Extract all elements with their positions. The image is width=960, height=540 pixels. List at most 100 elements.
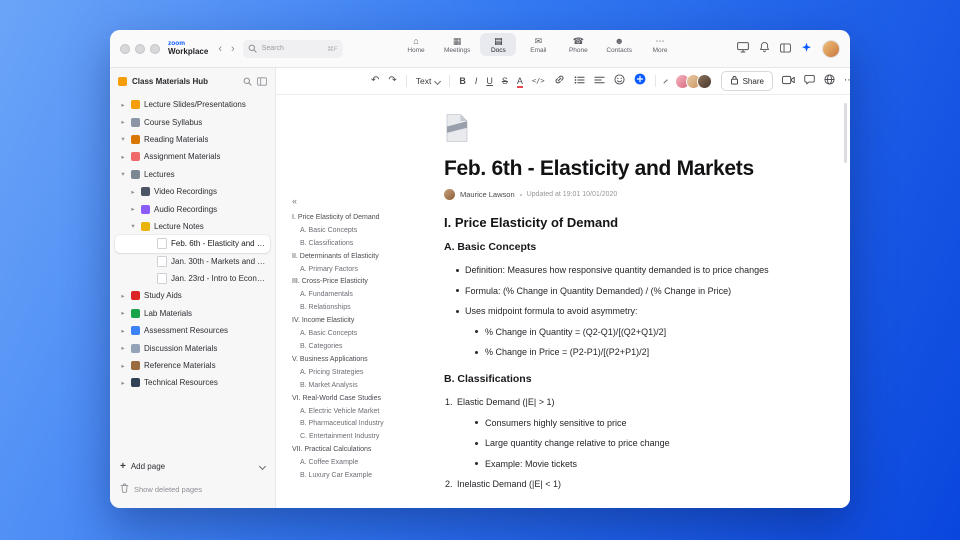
sidebar-item-page-jan-30[interactable]: Jan. 30th - Markets and P... (115, 253, 270, 270)
notifications-bell-icon[interactable] (759, 40, 770, 58)
link-button[interactable] (554, 72, 565, 90)
outline-item[interactable]: B. Categories (292, 341, 418, 354)
outline-item[interactable]: A. Electric Vehicle Market (292, 406, 418, 419)
panel-toggle-icon[interactable] (780, 40, 791, 58)
collapse-toolbar-icon[interactable] (662, 78, 668, 84)
devices-icon[interactable] (737, 40, 749, 58)
sidebar-search-icon[interactable] (243, 77, 252, 86)
text-style-dropdown[interactable]: Text (416, 76, 442, 86)
outline-item[interactable]: V. Business Applications (292, 354, 418, 367)
search-input[interactable] (259, 44, 310, 53)
align-button[interactable] (593, 72, 605, 90)
sidebar-item-lecture-notes[interactable]: ▾ Lecture Notes (115, 218, 270, 235)
insert-block-button[interactable] (634, 72, 646, 90)
chevron-right-icon[interactable]: ▸ (119, 292, 127, 300)
sidebar-item-technical-resources[interactable]: ▸ Technical Resources (115, 374, 270, 391)
outline-item[interactable]: I. Price Elasticity of Demand (292, 212, 418, 225)
outline-item[interactable]: A. Basic Concepts (292, 328, 418, 341)
sidebar-item-reference-materials[interactable]: ▸ Reference Materials (115, 357, 270, 374)
tab-docs[interactable]: ▤ Docs (480, 33, 517, 56)
emoji-button[interactable] (614, 72, 625, 90)
doc-body[interactable]: I. Price Elasticity of Demand A. Basic C… (444, 216, 786, 490)
doc-content[interactable]: Feb. 6th - Elasticity and Markets Mauric… (444, 95, 786, 490)
show-deleted-pages-button[interactable]: Show deleted pages (120, 480, 265, 498)
tab-contacts[interactable]: ☻ Contacts (600, 33, 638, 56)
chevron-right-icon[interactable]: ▸ (119, 327, 127, 335)
close-window-button[interactable] (120, 43, 130, 54)
doc-title[interactable]: Feb. 6th - Elasticity and Markets (444, 156, 786, 181)
sidebar-item-assessment-resources[interactable]: ▸ Assessment Resources (115, 322, 270, 339)
sidebar-item-reading-materials[interactable]: ▾ Reading Materials (115, 131, 270, 148)
outline-item[interactable]: C. Entertainment Industry (292, 431, 418, 444)
outline-item[interactable]: A. Primary Factors (292, 264, 418, 277)
outline-item[interactable]: B. Relationships (292, 302, 418, 315)
sidebar-item-assignment-materials[interactable]: ▸ Assignment Materials (115, 148, 270, 165)
italic-button[interactable]: I (475, 76, 478, 86)
ai-companion-icon[interactable] (801, 40, 812, 58)
sidebar-item-video-recordings[interactable]: ▸ Video Recordings (115, 183, 270, 200)
outline-item[interactable]: B. Classifications (292, 238, 418, 251)
strikethrough-button[interactable]: S (502, 76, 508, 86)
sidebar-item-page-jan-23[interactable]: Jan. 23rd - Intro to Econo... (115, 270, 270, 287)
more-options-icon[interactable]: ⋯ (844, 76, 850, 86)
start-video-icon[interactable] (782, 72, 795, 90)
global-search[interactable]: ⌘F (242, 39, 343, 58)
chevron-right-icon[interactable]: ▸ (119, 101, 127, 109)
comments-icon[interactable] (804, 72, 815, 90)
language-globe-icon[interactable] (824, 72, 835, 90)
chevron-right-icon[interactable]: ▸ (119, 379, 127, 387)
outline-item[interactable]: A. Coffee Example (292, 457, 418, 470)
redo-button[interactable]: ↷ (388, 76, 396, 86)
code-button[interactable]: </> (532, 77, 545, 85)
chevron-down-icon[interactable] (258, 462, 267, 471)
undo-button[interactable]: ↶ (371, 76, 379, 86)
outline-item[interactable]: B. Luxury Car Example (292, 470, 418, 483)
outline-item[interactable]: II. Determinants of Elasticity (292, 251, 418, 264)
minimize-window-button[interactable] (135, 43, 145, 54)
underline-button[interactable]: U (486, 76, 493, 86)
bullet-list-button[interactable] (574, 72, 585, 90)
forward-button[interactable]: › (231, 43, 235, 55)
maximize-window-button[interactable] (150, 43, 160, 54)
sidebar-item-audio-recordings[interactable]: ▸ Audio Recordings (115, 200, 270, 217)
sidebar-item-page-feb-6[interactable]: Feb. 6th - Elasticity and M... (115, 235, 270, 253)
sidebar-item-course-syllabus[interactable]: ▸ Course Syllabus (115, 113, 270, 130)
add-page-button[interactable]: + Add page (120, 461, 267, 471)
chevron-right-icon[interactable]: ▸ (119, 362, 127, 370)
sidebar-item-lab-materials[interactable]: ▸ Lab Materials (115, 305, 270, 322)
back-button[interactable]: ‹ (218, 43, 222, 55)
chevron-right-icon[interactable]: ▸ (119, 309, 127, 317)
outline-item[interactable]: B. Pharmaceutical Industry (292, 418, 418, 431)
sidebar-item-lecture-slides[interactable]: ▸ Lecture Slides/Presentations (115, 96, 270, 113)
user-avatar[interactable] (822, 39, 840, 58)
chevron-down-icon[interactable]: ▾ (119, 135, 127, 143)
scrollbar-thumb[interactable] (844, 103, 847, 163)
sidebar-collapse-icon[interactable] (257, 76, 267, 86)
collaborator-avatar[interactable] (696, 73, 712, 89)
tab-home[interactable]: ⌂ Home (398, 33, 434, 56)
outline-item[interactable]: VI. Real-World Case Studies (292, 393, 418, 406)
bold-button[interactable]: B (459, 76, 466, 86)
chevron-right-icon[interactable]: ▸ (119, 153, 127, 161)
chevron-right-icon[interactable]: ▸ (119, 118, 127, 126)
outline-collapse-icon[interactable]: « (292, 195, 418, 208)
chevron-right-icon[interactable]: ▸ (119, 344, 127, 352)
sidebar-item-lectures[interactable]: ▾ Lectures (115, 166, 270, 183)
chevron-right-icon[interactable]: ▸ (129, 188, 137, 196)
share-button[interactable]: Share (720, 71, 773, 91)
chevron-down-icon[interactable]: ▾ (119, 170, 127, 178)
chevron-right-icon[interactable]: ▸ (129, 205, 137, 213)
tab-more[interactable]: ⋯ More (642, 33, 678, 56)
outline-item[interactable]: VII. Practical Calculations (292, 444, 418, 457)
sidebar-item-study-aids[interactable]: ▸ Study Aids (115, 287, 270, 304)
outline-item[interactable]: III. Cross-Price Elasticity (292, 276, 418, 289)
outline-item[interactable]: A. Basic Concepts (292, 225, 418, 238)
outline-item[interactable]: A. Fundamentals (292, 289, 418, 302)
tab-email[interactable]: ✉ Email (520, 33, 556, 56)
outline-item[interactable]: IV. Income Elasticity (292, 315, 418, 328)
sidebar-item-discussion-materials[interactable]: ▸ Discussion Materials (115, 339, 270, 356)
window-controls[interactable] (120, 43, 160, 54)
text-color-button[interactable]: A (516, 76, 523, 88)
tab-meetings[interactable]: ▦ Meetings (438, 33, 476, 56)
outline-item[interactable]: A. Pricing Strategies (292, 367, 418, 380)
